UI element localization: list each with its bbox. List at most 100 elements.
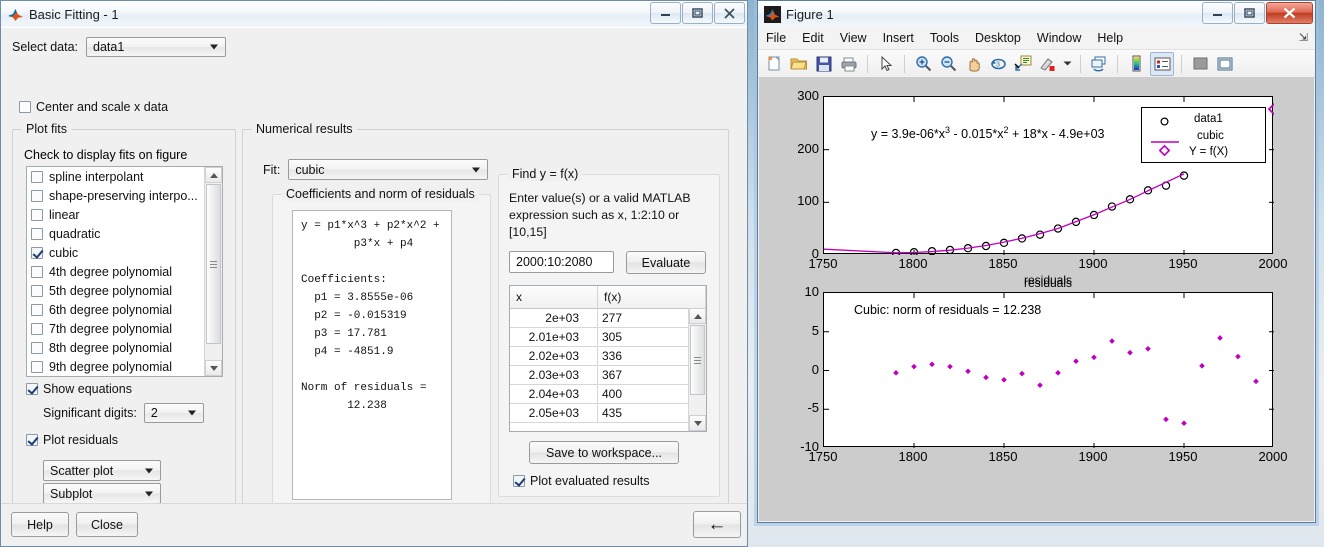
checkbox-box[interactable] <box>31 341 43 354</box>
close-button-label: Close <box>91 517 123 532</box>
menu-item-help[interactable]: Help <box>1097 31 1123 45</box>
table-row[interactable]: 2.02e+03 336 <box>510 347 706 366</box>
table-row[interactable]: 2.01e+03 305 <box>510 328 706 347</box>
checkbox-box[interactable] <box>31 208 43 221</box>
open-file-icon[interactable] <box>788 53 810 75</box>
dock-arrow-icon[interactable]: ⇲ <box>1299 31 1308 44</box>
menu-item-window[interactable]: Window <box>1037 31 1081 45</box>
fits-listbox[interactable]: spline interpolant shape-preserving inter… <box>26 166 223 377</box>
results-table[interactable]: x f(x) 2e+03 277 2.01e+03 305 2.02e+03 336 2.0… <box>509 285 707 432</box>
fit-list-item[interactable]: 4th degree polynomial <box>27 262 204 281</box>
checkbox-box[interactable] <box>31 246 43 259</box>
table-row[interactable]: 2.03e+03 367 <box>510 366 706 385</box>
checkbox-box[interactable] <box>31 284 43 297</box>
scroll-down-arrow-icon[interactable] <box>689 415 706 431</box>
brush-dropdown-icon[interactable] <box>1062 53 1073 75</box>
checkbox-box[interactable] <box>31 303 43 316</box>
close-dialog-button[interactable]: Close <box>76 512 138 537</box>
fit-list-item[interactable]: 5th degree polynomial <box>27 281 204 300</box>
figure-titlebar[interactable]: Figure 1 <box>758 1 1315 28</box>
menu-item-tools[interactable]: Tools <box>930 31 959 45</box>
plot-evaluated-results-checkbox[interactable]: Plot evaluated results <box>513 474 650 488</box>
hide-plot-tools-icon[interactable] <box>1189 53 1211 75</box>
help-button[interactable]: Help <box>11 512 69 537</box>
checkbox-box <box>513 475 525 487</box>
rotate-3d-icon[interactable]: 3 <box>987 53 1009 75</box>
significant-digits-dropdown[interactable]: 2 <box>143 403 204 423</box>
checkbox-box[interactable] <box>31 360 43 373</box>
coefficients-textpane[interactable]: y = p1*x^3 + p2*x^2 + p3*x + p4 Coeffici… <box>292 210 452 500</box>
brush-icon[interactable] <box>1037 53 1059 75</box>
table-row[interactable]: 2.05e+03 435 <box>510 404 706 423</box>
checkbox-box[interactable] <box>31 265 43 278</box>
checkbox-box[interactable] <box>31 170 43 183</box>
zoom-in-icon[interactable] <box>912 53 934 75</box>
colorbar-icon[interactable] <box>1125 53 1147 75</box>
fit-list-item[interactable]: spline interpolant <box>27 167 204 186</box>
evaluate-input[interactable] <box>509 251 614 273</box>
table-row[interactable]: 2e+03 277 <box>510 309 706 328</box>
maximize-button[interactable] <box>682 2 713 24</box>
fit-dropdown[interactable]: cubic <box>288 159 489 180</box>
scrollbar-thumb[interactable] <box>206 184 221 344</box>
residual-placement-dropdown[interactable]: Subplot <box>43 483 161 504</box>
results-table-scrollbar[interactable] <box>688 308 706 431</box>
checkbox-box[interactable] <box>31 322 43 335</box>
menu-item-insert[interactable]: Insert <box>883 31 914 45</box>
find-y-group: Find y = f(x) Enter value(s) or a valid … <box>498 167 720 497</box>
minimize-button[interactable] <box>650 2 681 24</box>
new-figure-icon[interactable] <box>763 53 785 75</box>
plot-fits-group: Plot fits Check to display fits on figur… <box>12 122 236 528</box>
zoom-out-icon[interactable] <box>937 53 959 75</box>
table-row[interactable]: 2.04e+03 400 <box>510 385 706 404</box>
residuals-norm-annotation: Cubic: norm of residuals = 12.238 <box>854 303 1042 317</box>
fits-list-scrollbar[interactable] <box>204 167 222 376</box>
plot-fits-caption: Plot fits <box>22 122 71 136</box>
legend-icon[interactable] <box>1150 51 1174 76</box>
find-y-save-to-workspace-button[interactable]: Save to workspace... <box>529 441 679 464</box>
fit-list-item[interactable]: shape-preserving interpo... <box>27 186 204 205</box>
matlab-icon <box>7 6 24 23</box>
show-plot-tools-icon[interactable] <box>1214 53 1236 75</box>
menu-item-edit[interactable]: Edit <box>802 31 824 45</box>
main-plot-legend[interactable]: data1 cubic Y = f(X) <box>1141 107 1266 163</box>
scroll-up-arrow-icon[interactable] <box>689 308 706 324</box>
checkbox-box[interactable] <box>31 189 43 202</box>
pan-icon[interactable] <box>962 53 984 75</box>
residual-style-dropdown[interactable]: Scatter plot <box>43 460 161 481</box>
close-button[interactable] <box>1266 2 1313 24</box>
save-figure-icon[interactable] <box>813 53 835 75</box>
menu-item-file[interactable]: File <box>766 31 786 45</box>
toolbar-separator <box>1181 54 1182 73</box>
minimize-button[interactable] <box>1202 2 1233 24</box>
fit-list-item[interactable]: linear <box>27 205 204 224</box>
close-button[interactable] <box>714 2 745 24</box>
menu-item-desktop[interactable]: Desktop <box>975 31 1021 45</box>
fit-list-item[interactable]: 6th degree polynomial <box>27 300 204 319</box>
pointer-icon[interactable] <box>875 53 897 75</box>
center-scale-checkbox[interactable]: Center and scale x data <box>19 100 168 114</box>
fit-list-item[interactable]: 8th degree polynomial <box>27 338 204 357</box>
maximize-button[interactable] <box>1234 2 1265 24</box>
fit-list-item[interactable]: 9th degree polynomial <box>27 357 204 376</box>
data-cursor-icon[interactable] <box>1012 53 1034 75</box>
chevron-down-icon <box>187 410 196 416</box>
scroll-down-arrow-icon[interactable] <box>205 360 222 376</box>
back-arrow-button[interactable]: ← <box>693 511 741 538</box>
fit-list-item[interactable]: quadratic <box>27 224 204 243</box>
show-equations-checkbox[interactable]: Show equations <box>26 382 132 396</box>
link-plot-icon[interactable] <box>1088 53 1110 75</box>
select-data-dropdown[interactable]: data1 <box>86 37 227 57</box>
print-figure-icon[interactable] <box>838 53 860 75</box>
scroll-up-arrow-icon[interactable] <box>205 167 222 183</box>
fit-list-item[interactable]: 7th degree polynomial <box>27 319 204 338</box>
scrollbar-thumb[interactable] <box>690 325 705 395</box>
evaluate-button[interactable]: Evaluate <box>626 251 706 274</box>
basic-fitting-titlebar[interactable]: Basic Fitting - 1 <box>1 1 747 28</box>
equation-part-1: y = 3.9e-06*x <box>871 127 946 142</box>
menu-item-view[interactable]: View <box>840 31 867 45</box>
plot-residuals-checkbox[interactable]: Plot residuals <box>26 433 118 447</box>
fit-list-item[interactable]: cubic <box>27 243 204 262</box>
checkbox-box[interactable] <box>31 227 43 240</box>
basic-fitting-client: Select data: data1 Center and scale x da… <box>4 28 735 531</box>
